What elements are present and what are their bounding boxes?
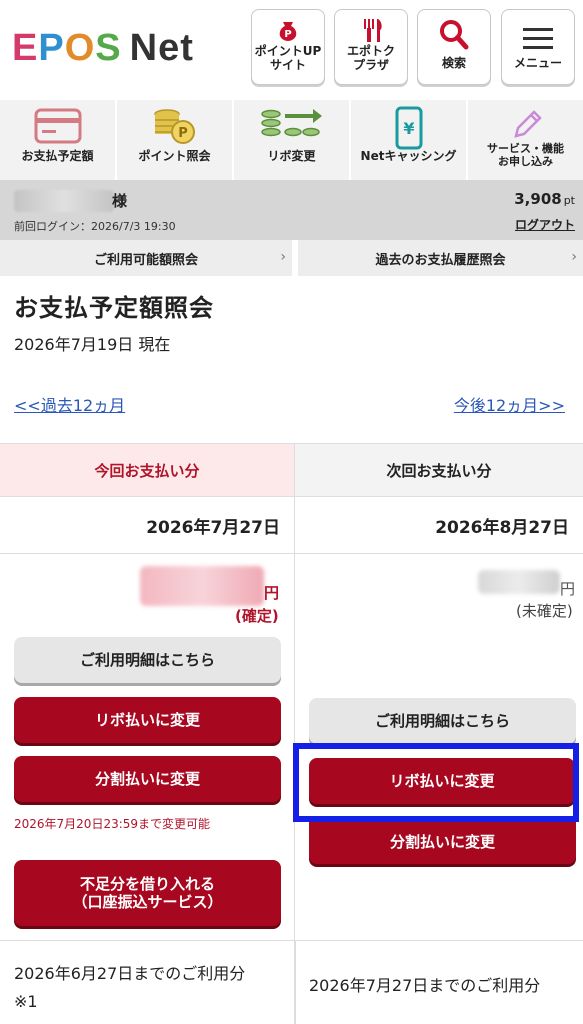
point-balance: 3,908 pt [514, 190, 575, 208]
chevron-right-icon: › [280, 249, 286, 265]
nav-label-payment-schedule: お支払予定額 [21, 149, 94, 163]
current-usage-text: 2026年6月27日までのご利用分 [14, 964, 246, 983]
epos-net-logo[interactable]: E P O S Net [12, 24, 194, 72]
point-value: 3,908 [514, 190, 562, 208]
logo-letter-p: P [38, 26, 65, 69]
search-label: 検索 [441, 56, 466, 70]
nav-label-services: サービス・機能 お申し込み [487, 142, 564, 168]
next-payment-header: 次回お支払い分 [295, 444, 583, 497]
current-payment-date: 2026年7月27日 [0, 497, 294, 554]
user-honorific: 様 [112, 192, 128, 210]
as-of-date: 2026年7月19日 現在 [14, 335, 171, 354]
highlight-box [293, 743, 579, 822]
svg-text:P: P [284, 29, 291, 40]
revolving-arrow-icon [260, 109, 322, 137]
past-12-months-link[interactable]: <<過去12ヵ月 [14, 392, 125, 416]
chevron-right-icon: › [571, 249, 577, 265]
phone-yen-icon: ¥ [395, 106, 422, 150]
logout-link[interactable]: ログアウト [515, 216, 575, 233]
nav-label-revo-change: リボ変更 [267, 149, 316, 163]
available-amount-link[interactable]: ご利用可能額照会 › [0, 240, 292, 276]
header: E P O S Net P ポイントUP サイト エポトク プラザ 検索 メニュ… [0, 0, 583, 100]
sub-links: ご利用可能額照会 › 過去のお支払履歴照会 › [0, 240, 583, 276]
next-split-button[interactable]: 分割払いに変更 [309, 820, 576, 864]
next-yen: 円 [560, 580, 576, 598]
nav-label-point-inquiry: ポイント照会 [138, 149, 211, 163]
coins-icon: P [153, 109, 195, 144]
current-usage-note: ※1 [14, 992, 38, 1011]
epotoku-plaza-label: エポトク プラザ [346, 44, 395, 72]
logo-net: Net [129, 26, 194, 69]
next-usage-period: 2026年7月27日までのご利用分 [309, 976, 541, 995]
search-button[interactable]: 検索 [417, 9, 491, 85]
point-up-site-label: ポイントUP サイト [254, 44, 322, 72]
epotoku-plaza-button[interactable]: エポトク プラザ [334, 9, 408, 85]
nav-item-point-inquiry[interactable]: P ポイント照会 [117, 100, 234, 180]
next-amount-redacted [478, 570, 560, 594]
point-up-site-button[interactable]: P ポイントUP サイト [251, 9, 325, 85]
nav-item-revo-change[interactable]: リボ変更 [234, 100, 351, 180]
change-deadline-note: 2026年7月20日23:59まで変更可能 [14, 817, 211, 831]
logo-letter-o: O [64, 26, 96, 69]
next-detail-button[interactable]: ご利用明細はこちら [309, 698, 576, 744]
nav-label-net-cashing: Netキャッシング [360, 149, 457, 163]
menu-button[interactable]: メニュー [501, 9, 575, 85]
logo-letter-s: S [95, 26, 122, 69]
current-payment-header: 今回お支払い分 [0, 444, 294, 497]
nav-item-payment-schedule[interactable]: お支払予定額 [0, 100, 117, 180]
nav-item-net-cashing[interactable]: ¥ Netキャッシング [351, 100, 468, 180]
search-icon [440, 20, 469, 50]
borrow-button-line2: （口座振込サービス） [72, 893, 223, 911]
next-12-months-link[interactable]: 今後12ヵ月>> [454, 392, 565, 416]
user-bar: 様 前回ログイン：2026/7/3 19:30 3,908 pt ログアウト [0, 180, 583, 240]
nav-item-services[interactable]: サービス・機能 お申し込み [468, 100, 583, 180]
next-payment-date: 2026年8月27日 [295, 497, 583, 554]
current-yen: 円 [264, 584, 280, 602]
card-icon [34, 108, 81, 144]
point-unit: pt [563, 194, 575, 207]
payment-history-link[interactable]: 過去のお支払履歴照会 › [298, 240, 583, 276]
current-split-button[interactable]: 分割払いに変更 [14, 756, 281, 802]
current-usage-period: 2026年6月27日までのご利用分 ※1 [14, 960, 245, 1016]
svg-text:P: P [178, 126, 188, 141]
payment-history-label: 過去のお支払履歴照会 [375, 252, 506, 268]
current-status: (確定) [235, 607, 279, 625]
hamburger-menu-icon [523, 28, 553, 49]
available-amount-label: ご利用可能額照会 [93, 252, 198, 268]
last-login: 前回ログイン：2026/7/3 19:30 [14, 220, 176, 233]
fork-knife-icon [364, 19, 382, 42]
current-revo-button[interactable]: リボ払いに変更 [14, 697, 281, 743]
pencil-icon [513, 110, 542, 138]
logo-letter-e: E [12, 26, 39, 69]
svg-text:¥: ¥ [403, 119, 414, 138]
borrow-shortfall-button[interactable]: 不足分を借り入れる （口座振込サービス） [14, 860, 281, 926]
next-status: (未確定) [516, 602, 573, 620]
borrow-button-line1: 不足分を借り入れる [79, 875, 215, 893]
user-name-redacted [14, 190, 114, 212]
column-divider [295, 941, 296, 1024]
current-amount-redacted [140, 566, 264, 606]
menu-label: メニュー [513, 56, 562, 70]
point-bag-icon: P [279, 22, 297, 41]
page-title: お支払予定額照会 [14, 294, 214, 322]
current-detail-button[interactable]: ご利用明細はこちら [14, 637, 281, 683]
quick-nav: お支払予定額 P ポイント照会 リボ変更 ¥ Netキャッシング サービス・機能… [0, 100, 583, 180]
